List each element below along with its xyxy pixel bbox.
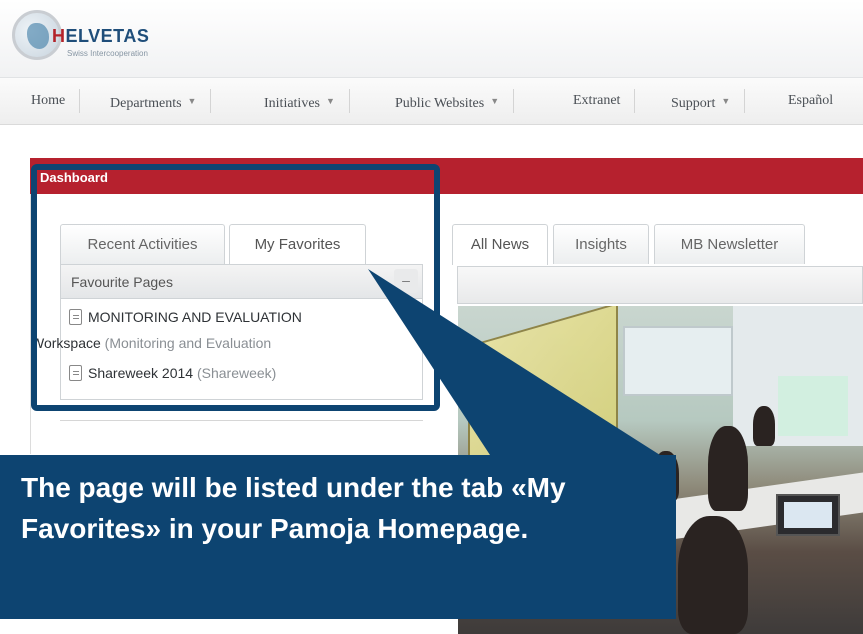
main-nav: Home Departments ▼ Initiatives ▼ Public We… [0, 78, 863, 125]
photo-window [778, 376, 848, 436]
chevron-down-icon: ▼ [187, 96, 197, 106]
nav-item-home[interactable]: Home [31, 89, 81, 113]
tab-all-news[interactable]: All News [452, 224, 548, 265]
nav-item-extranet[interactable]: Extranet [573, 89, 636, 113]
nav-item-public-websites[interactable]: Public Websites ▼ [395, 89, 515, 113]
tab-mb-newsletter[interactable]: MB Newsletter [654, 224, 805, 264]
photo-person [708, 426, 748, 511]
nav-item-label: Public Websites [395, 96, 485, 111]
chevron-down-icon: ▼ [721, 96, 731, 106]
nav-item-initiatives[interactable]: Initiatives ▼ [264, 89, 350, 113]
nav-item-espanol[interactable]: Español [788, 89, 847, 113]
logo-text: HELVETAS [52, 26, 150, 46]
nav-item-label: Home [31, 93, 66, 108]
helvetas-logo[interactable]: HELVETAS Swiss Intercooperation [12, 10, 202, 70]
nav-item-support[interactable]: Support ▼ [671, 89, 746, 113]
nav-item-label: Initiatives [264, 96, 320, 111]
nav-item-departments[interactable]: Departments ▼ [110, 89, 212, 113]
callout-text: The page will be listed under the tab «M… [21, 472, 566, 544]
nav-item-label: Support [671, 96, 716, 111]
tab-label: All News [470, 236, 530, 253]
nav-item-label: Extranet [573, 93, 621, 108]
chevron-down-icon: ▼ [326, 96, 335, 106]
chevron-down-icon: ▼ [490, 96, 500, 106]
photo-person [678, 516, 748, 634]
callout-pointer [368, 269, 660, 455]
tab-insights[interactable]: Insights [553, 224, 649, 264]
tab-label: MB Newsletter [680, 236, 779, 253]
photo-laptop [776, 494, 840, 536]
photo-person [753, 406, 775, 446]
nav-item-label: Español [788, 93, 834, 108]
tab-label: Insights [575, 236, 627, 253]
nav-item-label: Departments [110, 96, 182, 111]
site-header: HELVETAS Swiss Intercooperation [0, 0, 863, 78]
logo-subtitle: Swiss Intercooperation [67, 49, 148, 58]
